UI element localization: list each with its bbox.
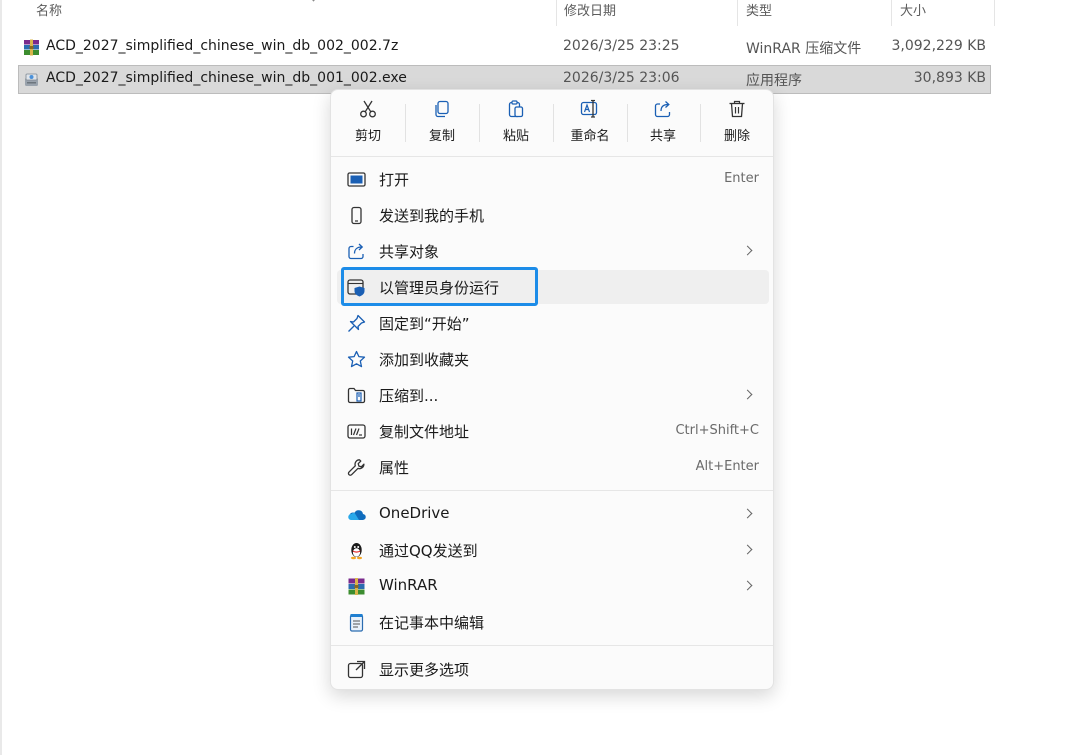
column-type-header[interactable]: 类型 <box>737 0 890 26</box>
chevron-right-icon <box>742 245 753 256</box>
menu-divider <box>331 645 773 646</box>
share-button[interactable]: 共享 <box>633 99 693 149</box>
quick-divider <box>553 104 554 142</box>
menu-item-onedrive[interactable]: OneDrive <box>337 497 769 531</box>
sort-caret-icon <box>308 0 319 2</box>
column-size-header[interactable]: 大小 <box>891 0 995 26</box>
winrar-archive-icon <box>24 39 39 56</box>
copy-icon <box>435 100 449 118</box>
menu-item-send-to-phone[interactable]: 发送到我的手机 <box>337 198 769 232</box>
shortcut-text: Enter <box>724 171 759 186</box>
menu-item-edit-in-notepad[interactable]: 在记事本中编辑 <box>337 605 769 639</box>
menu-item-pin-to-start[interactable]: 固定到“开始” <box>337 306 769 340</box>
column-name-header[interactable]: 名称 <box>22 0 556 26</box>
qq-icon <box>351 543 362 560</box>
chevron-right-icon <box>742 389 753 400</box>
file-date: 2026/3/25 23:06 <box>563 70 680 86</box>
pin-icon <box>348 314 366 332</box>
delete-button[interactable]: 删除 <box>707 99 767 149</box>
menu-item-open[interactable]: 打开 Enter <box>337 162 769 196</box>
file-size: 3,092,229 KB <box>891 38 987 54</box>
copy-button[interactable]: 复制 <box>412 99 472 149</box>
onedrive-icon <box>348 510 366 521</box>
quick-actions-bar: 剪切 复制 粘贴 重命名 共享 删除 <box>331 90 773 157</box>
quick-divider <box>479 104 480 142</box>
winrar-icon <box>348 578 365 595</box>
menu-item-copy-path[interactable]: 复制文件地址 Ctrl+Shift+C <box>337 414 769 448</box>
wrench-icon <box>347 459 365 476</box>
quick-divider <box>405 104 406 142</box>
highlight-box <box>341 267 538 306</box>
open-icon <box>347 172 366 187</box>
chevron-right-icon <box>742 544 753 555</box>
delete-icon <box>729 100 745 118</box>
menu-item-properties[interactable]: 属性 Alt+Enter <box>337 450 769 484</box>
cut-button[interactable]: 剪切 <box>338 99 398 149</box>
phone-icon <box>351 206 362 225</box>
quick-divider <box>700 104 701 142</box>
file-name: ACD_2027_simplified_chinese_win_db_001_0… <box>46 70 407 86</box>
context-menu: 剪切 复制 粘贴 重命名 共享 删除 打开 Enter 发送到我的手机 共享对象… <box>330 89 774 690</box>
notepad-icon <box>349 614 364 632</box>
more-options-icon <box>347 660 366 679</box>
menu-item-share-with[interactable]: 共享对象 <box>337 234 769 268</box>
file-date: 2026/3/25 23:25 <box>563 38 680 54</box>
menu-item-compress-to[interactable]: 压缩到... <box>337 378 769 412</box>
menu-item-show-more-options[interactable]: 显示更多选项 <box>337 652 769 686</box>
rename-button[interactable]: 重命名 <box>560 99 620 149</box>
window-left-border <box>0 0 2 755</box>
menu-divider <box>331 490 773 491</box>
shortcut-text: Ctrl+Shift+C <box>675 423 759 438</box>
paste-button[interactable]: 粘贴 <box>486 99 546 149</box>
column-date-header[interactable]: 修改日期 <box>556 0 736 26</box>
paste-icon <box>508 100 524 118</box>
chevron-right-icon <box>742 508 753 519</box>
file-type: WinRAR 压缩文件 <box>746 41 862 57</box>
shortcut-text: Alt+Enter <box>695 459 759 474</box>
menu-item-winrar[interactable]: WinRAR <box>337 569 769 603</box>
share-with-icon <box>348 243 364 260</box>
file-row[interactable]: ACD_2027_simplified_chinese_win_db_002_0… <box>19 34 990 61</box>
column-header: 名称 修改日期 类型 大小 <box>0 0 1000 26</box>
copy-path-icon <box>347 424 366 439</box>
file-type: 应用程序 <box>746 73 802 89</box>
file-size: 30,893 KB <box>913 70 986 86</box>
cut-icon <box>360 100 376 118</box>
share-icon <box>654 101 671 118</box>
rename-icon <box>580 99 598 118</box>
menu-item-send-via-qq[interactable]: 通过QQ发送到 <box>337 533 769 567</box>
chevron-right-icon <box>742 580 753 591</box>
file-name: ACD_2027_simplified_chinese_win_db_002_0… <box>46 38 399 54</box>
star-icon <box>347 350 366 368</box>
installer-exe-icon <box>25 73 38 86</box>
quick-divider <box>627 104 628 142</box>
menu-item-add-to-favorites[interactable]: 添加到收藏夹 <box>337 342 769 376</box>
compress-icon <box>347 387 366 404</box>
